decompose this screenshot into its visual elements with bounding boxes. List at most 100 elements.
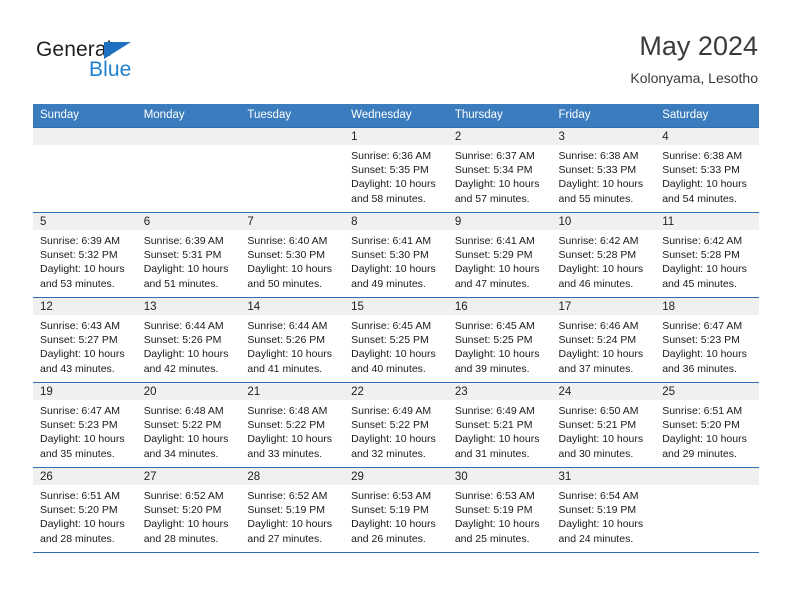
- daylight-text-line2: and 32 minutes.: [351, 447, 426, 460]
- daylight-text-line2: and 35 minutes.: [40, 447, 115, 460]
- day-cell[interactable]: 9 Sunrise: 6:41 AM Sunset: 5:29 PM Dayli…: [447, 212, 552, 298]
- day-cell[interactable]: 25 Sunrise: 6:51 AM Sunset: 5:20 PM Dayl…: [655, 382, 759, 468]
- week-row: 26 Sunrise: 6:51 AM Sunset: 5:20 PM Dayl…: [33, 467, 759, 553]
- day-cell[interactable]: 7 Sunrise: 6:40 AM Sunset: 5:30 PM Dayli…: [240, 212, 345, 298]
- day-cell[interactable]: 11 Sunrise: 6:42 AM Sunset: 5:28 PM Dayl…: [655, 212, 759, 298]
- day-details: Sunrise: 6:40 AM Sunset: 5:30 PM Dayligh…: [240, 230, 344, 291]
- week-row: 1 Sunrise: 6:36 AM Sunset: 5:35 PM Dayli…: [33, 127, 759, 213]
- day-cell[interactable]: 8 Sunrise: 6:41 AM Sunset: 5:30 PM Dayli…: [344, 212, 448, 298]
- day-cell[interactable]: 26 Sunrise: 6:51 AM Sunset: 5:20 PM Dayl…: [33, 467, 137, 553]
- brand-logo[interactable]: General Blue: [36, 38, 266, 84]
- daylight-text-line2: and 47 minutes.: [454, 277, 530, 290]
- day-details: Sunrise: 6:37 AM Sunset: 5:34 PM Dayligh…: [448, 145, 552, 206]
- sunrise-text: Sunrise: 6:53 AM: [454, 490, 535, 502]
- daylight-text-line2: and 39 minutes.: [454, 362, 530, 375]
- day-details: [137, 145, 241, 149]
- day-cell[interactable]: 12 Sunrise: 6:43 AM Sunset: 5:27 PM Dayl…: [33, 297, 137, 383]
- daylight-text-line2: and 28 minutes.: [143, 532, 219, 545]
- sunrise-text: Sunrise: 6:39 AM: [40, 235, 120, 247]
- day-number: 16: [447, 298, 552, 315]
- day-number: 19: [33, 383, 137, 400]
- blue-triangle-flag-icon: [104, 42, 131, 59]
- day-details: Sunrise: 6:44 AM Sunset: 5:26 PM Dayligh…: [137, 315, 241, 376]
- sunset-text: Sunset: 5:20 PM: [143, 504, 222, 517]
- week-row: 5 Sunrise: 6:39 AM Sunset: 5:32 PM Dayli…: [33, 212, 759, 298]
- sunrise-text: Sunrise: 6:51 AM: [40, 490, 120, 502]
- daylight-text-line2: and 54 minutes.: [662, 192, 737, 205]
- daylight-text-line1: Daylight: 10 hours: [351, 178, 436, 191]
- sunset-text: Sunset: 5:35 PM: [351, 164, 429, 177]
- daylight-text-line2: and 45 minutes.: [662, 277, 737, 290]
- day-cell[interactable]: [655, 467, 759, 553]
- day-cell[interactable]: 22 Sunrise: 6:49 AM Sunset: 5:22 PM Dayl…: [344, 382, 448, 468]
- day-number: 20: [136, 383, 241, 400]
- sunset-text: Sunset: 5:22 PM: [143, 419, 222, 432]
- daylight-text-line2: and 40 minutes.: [351, 362, 426, 375]
- day-number: [240, 128, 345, 145]
- day-number: 7: [240, 213, 345, 230]
- sunrise-text: Sunrise: 6:38 AM: [662, 150, 743, 162]
- day-number: 17: [551, 298, 656, 315]
- day-number: 8: [344, 213, 448, 230]
- day-cell[interactable]: 15 Sunrise: 6:45 AM Sunset: 5:25 PM Dayl…: [344, 297, 448, 383]
- sunrise-text: Sunrise: 6:37 AM: [454, 150, 535, 162]
- daylight-text-line2: and 50 minutes.: [247, 277, 323, 290]
- day-details: Sunrise: 6:53 AM Sunset: 5:19 PM Dayligh…: [448, 485, 552, 546]
- day-details: [655, 485, 759, 489]
- sunrise-text: Sunrise: 6:49 AM: [454, 405, 535, 417]
- sunset-text: Sunset: 5:26 PM: [143, 334, 222, 347]
- day-cell[interactable]: 10 Sunrise: 6:42 AM Sunset: 5:28 PM Dayl…: [551, 212, 656, 298]
- day-cell[interactable]: 23 Sunrise: 6:49 AM Sunset: 5:21 PM Dayl…: [447, 382, 552, 468]
- day-number: 24: [551, 383, 656, 400]
- sunset-text: Sunset: 5:21 PM: [558, 419, 637, 432]
- day-number: 22: [344, 383, 448, 400]
- day-cell[interactable]: 16 Sunrise: 6:45 AM Sunset: 5:25 PM Dayl…: [447, 297, 552, 383]
- day-cell[interactable]: 14 Sunrise: 6:44 AM Sunset: 5:26 PM Dayl…: [240, 297, 345, 383]
- day-cell[interactable]: [240, 127, 345, 213]
- daylight-text-line1: Daylight: 10 hours: [558, 178, 644, 191]
- sunset-text: Sunset: 5:28 PM: [558, 249, 637, 262]
- day-details: Sunrise: 6:50 AM Sunset: 5:21 PM Dayligh…: [552, 400, 656, 461]
- day-details: Sunrise: 6:45 AM Sunset: 5:25 PM Dayligh…: [344, 315, 448, 376]
- weekday-header-sunday: Sunday: [33, 104, 137, 128]
- day-cell[interactable]: 3 Sunrise: 6:38 AM Sunset: 5:33 PM Dayli…: [551, 127, 656, 213]
- day-details: Sunrise: 6:48 AM Sunset: 5:22 PM Dayligh…: [137, 400, 241, 461]
- daylight-text-line2: and 53 minutes.: [40, 277, 115, 290]
- page-header: General Blue May 2024 Kolonyama, Lesotho: [0, 0, 792, 104]
- daylight-text-line2: and 36 minutes.: [662, 362, 737, 375]
- sunrise-text: Sunrise: 6:52 AM: [247, 490, 328, 502]
- daylight-text-line2: and 33 minutes.: [247, 447, 323, 460]
- day-cell[interactable]: 4 Sunrise: 6:38 AM Sunset: 5:33 PM Dayli…: [655, 127, 759, 213]
- day-cell[interactable]: 18 Sunrise: 6:47 AM Sunset: 5:23 PM Dayl…: [655, 297, 759, 383]
- day-cell[interactable]: [136, 127, 241, 213]
- day-cell[interactable]: 19 Sunrise: 6:47 AM Sunset: 5:23 PM Dayl…: [33, 382, 137, 468]
- day-cell[interactable]: 29 Sunrise: 6:53 AM Sunset: 5:19 PM Dayl…: [344, 467, 448, 553]
- day-cell[interactable]: 2 Sunrise: 6:37 AM Sunset: 5:34 PM Dayli…: [447, 127, 552, 213]
- day-cell[interactable]: 24 Sunrise: 6:50 AM Sunset: 5:21 PM Dayl…: [551, 382, 656, 468]
- day-number: 21: [240, 383, 345, 400]
- day-cell[interactable]: 5 Sunrise: 6:39 AM Sunset: 5:32 PM Dayli…: [33, 212, 137, 298]
- day-number: 15: [344, 298, 448, 315]
- day-cell[interactable]: 31 Sunrise: 6:54 AM Sunset: 5:19 PM Dayl…: [551, 467, 656, 553]
- day-cell[interactable]: 13 Sunrise: 6:44 AM Sunset: 5:26 PM Dayl…: [136, 297, 241, 383]
- day-cell[interactable]: 1 Sunrise: 6:36 AM Sunset: 5:35 PM Dayli…: [344, 127, 448, 213]
- day-details: Sunrise: 6:45 AM Sunset: 5:25 PM Dayligh…: [448, 315, 552, 376]
- day-details: Sunrise: 6:39 AM Sunset: 5:31 PM Dayligh…: [137, 230, 241, 291]
- calendar-body: 1 Sunrise: 6:36 AM Sunset: 5:35 PM Dayli…: [33, 127, 759, 553]
- day-cell[interactable]: 30 Sunrise: 6:53 AM Sunset: 5:19 PM Dayl…: [447, 467, 552, 553]
- day-cell[interactable]: 21 Sunrise: 6:48 AM Sunset: 5:22 PM Dayl…: [240, 382, 345, 468]
- sunrise-text: Sunrise: 6:45 AM: [454, 320, 535, 332]
- day-cell[interactable]: 20 Sunrise: 6:48 AM Sunset: 5:22 PM Dayl…: [136, 382, 241, 468]
- weekday-header-tuesday: Tuesday: [240, 104, 345, 128]
- day-cell[interactable]: [33, 127, 137, 213]
- day-number: 11: [655, 213, 759, 230]
- day-cell[interactable]: 27 Sunrise: 6:52 AM Sunset: 5:20 PM Dayl…: [136, 467, 241, 553]
- daylight-text-line2: and 51 minutes.: [143, 277, 219, 290]
- day-cell[interactable]: 17 Sunrise: 6:46 AM Sunset: 5:24 PM Dayl…: [551, 297, 656, 383]
- day-number: 23: [447, 383, 552, 400]
- day-cell[interactable]: 28 Sunrise: 6:52 AM Sunset: 5:19 PM Dayl…: [240, 467, 345, 553]
- sunrise-text: Sunrise: 6:45 AM: [351, 320, 432, 332]
- day-number: 18: [655, 298, 759, 315]
- daylight-text-line1: Daylight: 10 hours: [351, 433, 436, 446]
- day-cell[interactable]: 6 Sunrise: 6:39 AM Sunset: 5:31 PM Dayli…: [136, 212, 241, 298]
